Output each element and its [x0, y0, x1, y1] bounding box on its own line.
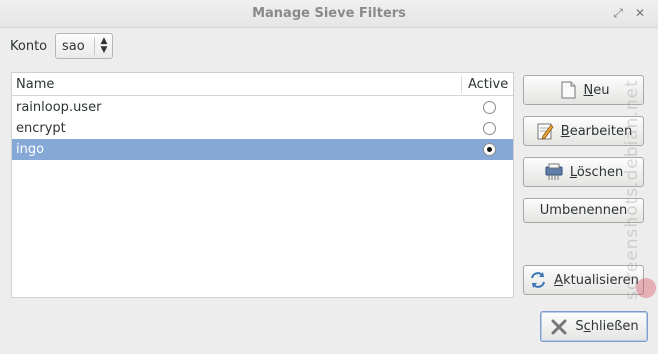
- delete-shredder-icon: [545, 163, 563, 180]
- close-x-icon: [551, 319, 567, 334]
- column-header-name[interactable]: Name: [16, 77, 54, 92]
- filter-row-selected[interactable]: ingo: [12, 139, 513, 160]
- refresh-icon: [531, 272, 546, 288]
- list-header: Name Active: [12, 73, 513, 96]
- filter-name: rainloop.user: [16, 100, 102, 115]
- account-select[interactable]: sao ▲ ▼: [55, 33, 113, 59]
- close-button[interactable]: Schließen: [540, 311, 648, 342]
- filter-name: ingo: [16, 142, 45, 157]
- new-document-icon: [561, 81, 575, 99]
- column-divider: [461, 76, 462, 93]
- active-radio-checked[interactable]: [483, 143, 496, 156]
- watermark-logo-icon: [636, 278, 656, 298]
- window-title: Manage Sieve Filters: [252, 6, 406, 21]
- active-radio[interactable]: [483, 122, 496, 135]
- close-window-icon[interactable]: ✕: [634, 6, 646, 20]
- select-divider: [94, 37, 95, 55]
- delete-button-label: Löschen: [569, 164, 624, 180]
- watermark-text: screenshots.debian.net: [622, 79, 642, 300]
- filter-list[interactable]: Name Active rainloop.user encrypt ingo: [11, 72, 514, 298]
- rename-button-label: Umbenennen: [539, 203, 628, 218]
- account-selected-value: sao: [62, 39, 85, 54]
- filter-row[interactable]: encrypt: [12, 118, 513, 139]
- filter-name: encrypt: [16, 121, 66, 136]
- edit-pencil-icon: [537, 123, 554, 140]
- active-radio[interactable]: [483, 101, 496, 114]
- column-header-active[interactable]: Active: [468, 77, 508, 92]
- maximize-icon[interactable]: ⤢: [612, 6, 624, 20]
- titlebar: Manage Sieve Filters ⤢ ✕: [0, 0, 658, 28]
- account-label: Konto: [10, 39, 48, 54]
- new-button-label: Neu: [583, 82, 610, 98]
- filter-row[interactable]: rainloop.user: [12, 97, 513, 118]
- updown-arrows-icon: ▲ ▼: [100, 36, 108, 55]
- close-button-label: Schließen: [575, 319, 639, 334]
